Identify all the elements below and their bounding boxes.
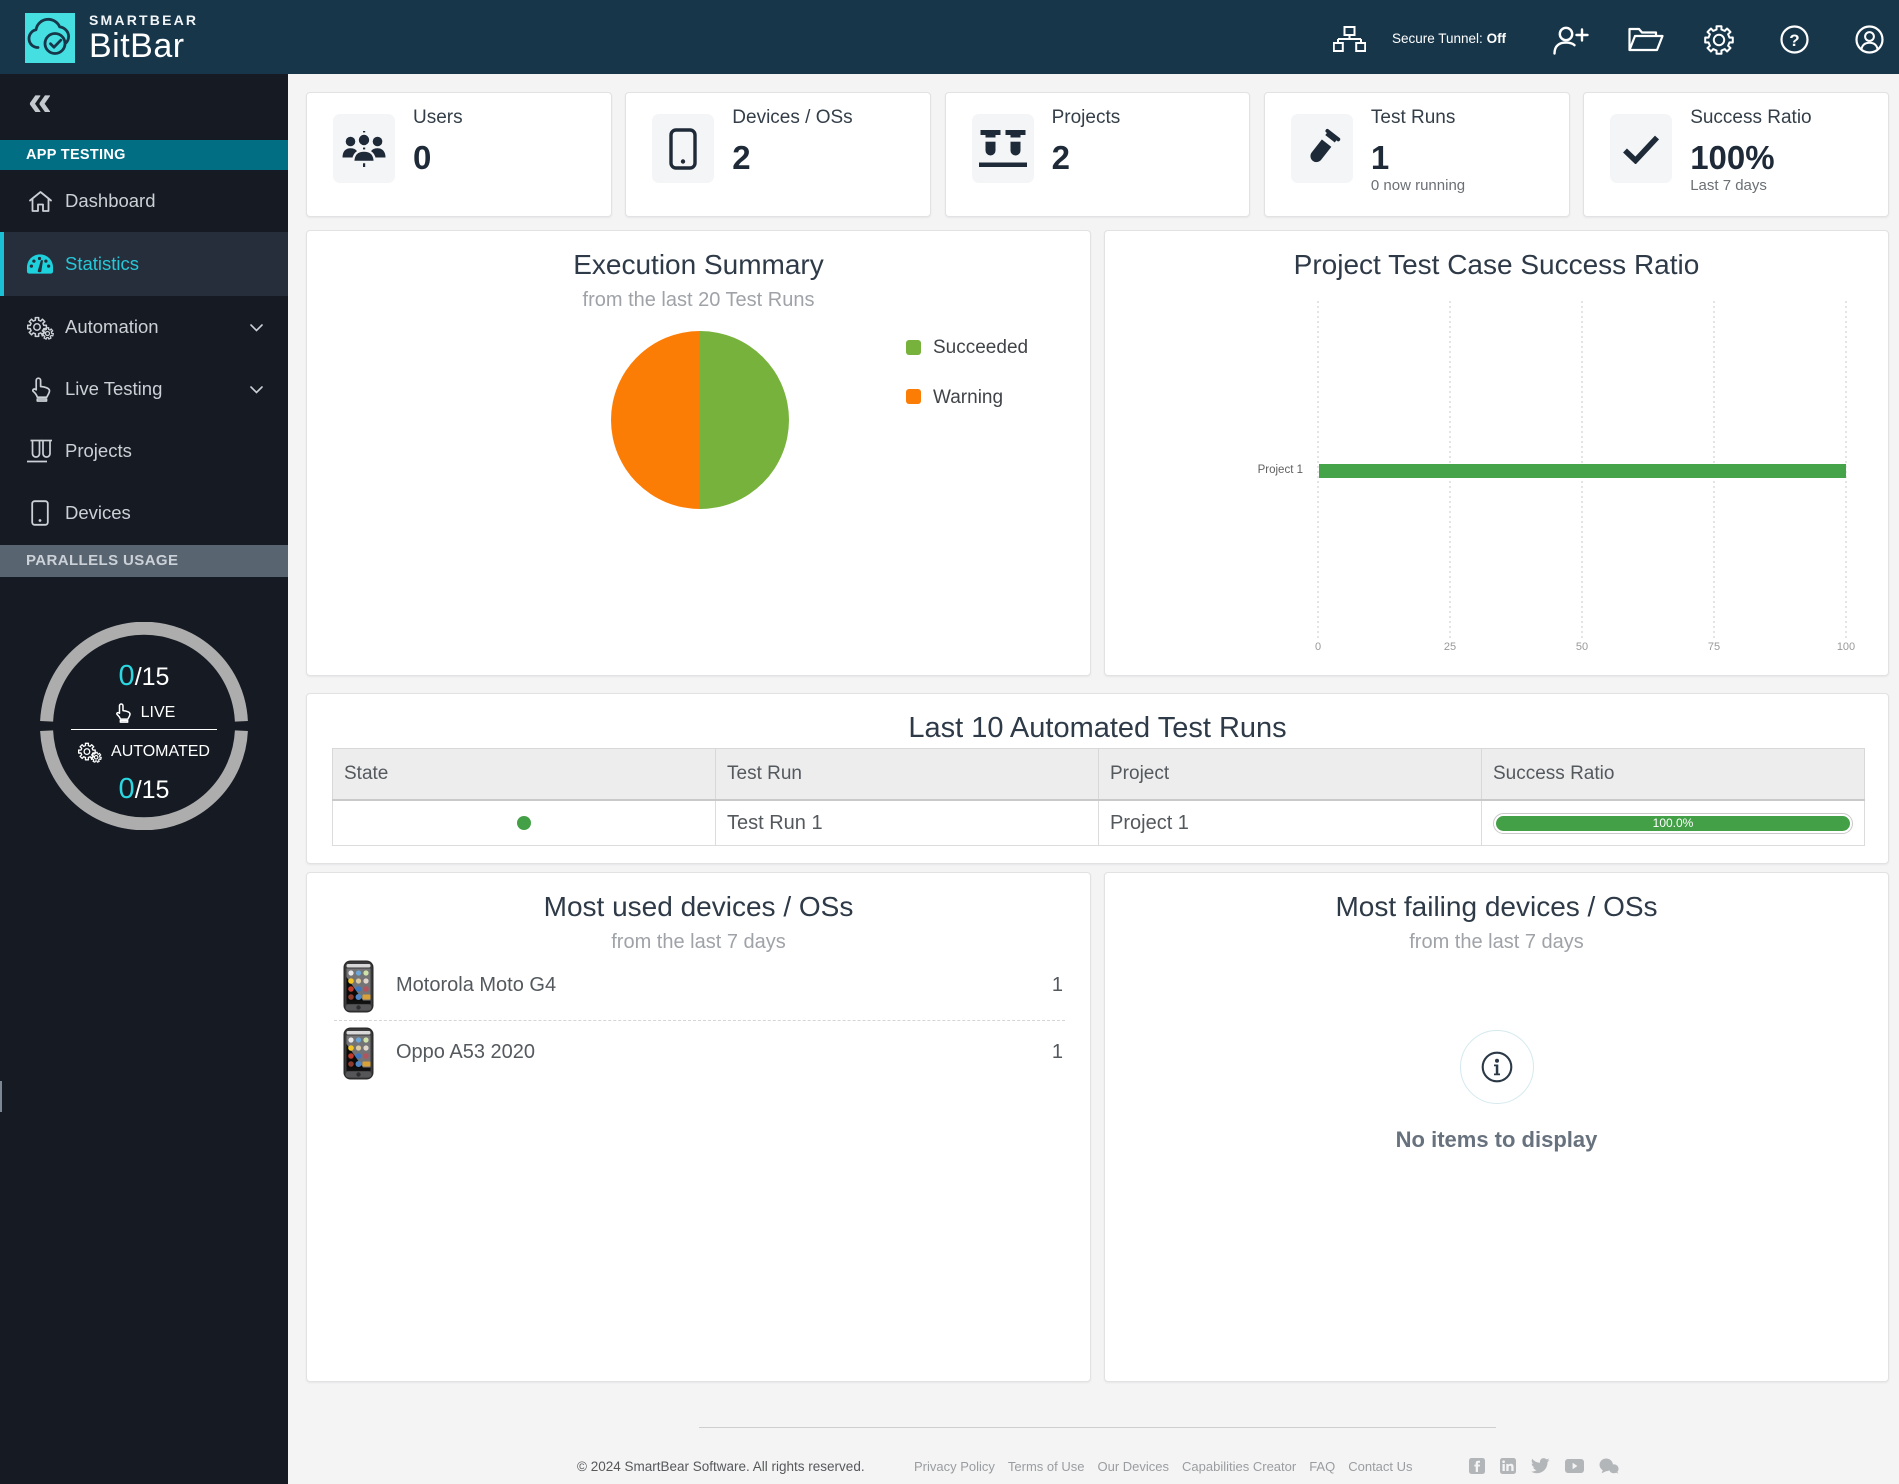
svg-text:0: 0 [1315,641,1321,653]
svg-text:Project 1: Project 1 [1258,464,1303,476]
svg-text:75: 75 [1708,641,1720,653]
svg-text:25: 25 [1444,641,1456,653]
svg-text:?: ? [1789,31,1799,50]
svg-text:50: 50 [1576,641,1588,653]
svg-text:100: 100 [1837,641,1855,653]
